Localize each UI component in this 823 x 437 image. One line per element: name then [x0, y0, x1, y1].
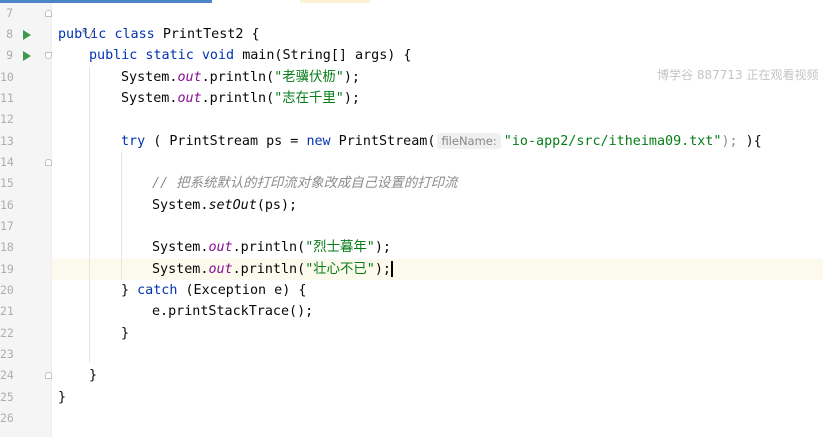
- redundant-semicolon: );: [721, 134, 738, 149]
- code-line-21: e.printStackTrace();: [152, 301, 313, 322]
- line-number: 13: [0, 134, 14, 148]
- brace-close: }: [121, 326, 130, 341]
- line-number: 20: [0, 283, 14, 297]
- line-number: 24: [0, 368, 14, 382]
- call-end: );: [281, 198, 298, 213]
- brace-close: }: [89, 368, 98, 383]
- code-line-10: System.out.println("老骥伏枥");: [121, 67, 360, 88]
- run-main-icon[interactable]: [23, 51, 31, 61]
- resource-decl: ( PrintStream ps =: [145, 134, 307, 149]
- system-ref: System.: [152, 198, 209, 213]
- indent-guide: [89, 67, 90, 363]
- class-name: PrintTest2 {: [162, 27, 260, 42]
- constructor-call: PrintStream(: [330, 134, 436, 149]
- code-line-19[interactable]: System.out.println("壮心不已");: [152, 259, 393, 280]
- keyword-new: new: [306, 134, 331, 149]
- code-line-15: // 把系统默认的打印流对象改成自己设置的打印流: [152, 173, 457, 194]
- string-literal: "老骥伏枥": [274, 70, 344, 85]
- println-call: .println(: [201, 91, 275, 106]
- line-number: 15: [0, 176, 14, 190]
- setout-args: (ps: [256, 198, 281, 213]
- brace-close: }: [121, 283, 138, 298]
- keyword-catch: catch: [137, 283, 178, 298]
- keyword-try: try: [121, 134, 146, 149]
- println-call: .println(: [232, 262, 306, 277]
- code-line-9: public static void main(String[] args) {: [89, 45, 412, 66]
- println-call: .println(: [201, 70, 275, 85]
- watermark-text: 博学谷 887713 正在观看视频: [657, 68, 819, 82]
- code-line-7: */: [64, 3, 96, 42]
- out-field: out: [208, 262, 233, 277]
- keyword-public: public: [58, 27, 107, 42]
- call-end: );: [374, 240, 391, 255]
- method-modifiers: public static void: [89, 48, 235, 63]
- line-number: 22: [0, 326, 14, 340]
- code-line-8: public class PrintTest2 {: [58, 24, 260, 45]
- method-signature: main(String[] args) {: [242, 48, 412, 63]
- text-cursor: [391, 261, 393, 277]
- string-literal: "志在千里": [274, 91, 344, 106]
- line-number: 14: [0, 155, 14, 169]
- out-field: out: [177, 91, 202, 106]
- editor-tab-strip: [0, 0, 823, 3]
- brace-close: }: [58, 390, 67, 405]
- inactive-tab-indicator[interactable]: [300, 0, 370, 3]
- println-call: .println(: [232, 240, 306, 255]
- line-number: 8: [6, 27, 13, 41]
- call-end: );: [343, 91, 360, 106]
- string-literal: "烈士暮年": [305, 240, 375, 255]
- code-line-16: System.setOut(ps);: [152, 195, 297, 216]
- parameter-hint: fileName:: [437, 133, 501, 149]
- system-ref: System.: [152, 262, 209, 277]
- call-end: );: [374, 262, 391, 277]
- code-line-22: }: [121, 323, 129, 344]
- call-end: );: [343, 70, 360, 85]
- line-number: 17: [0, 219, 14, 233]
- indent-guide: [121, 152, 122, 280]
- code-line-24: }: [89, 365, 97, 386]
- code-line-13: try ( PrintStream ps = new PrintStream(f…: [121, 131, 762, 152]
- system-ref: System.: [121, 91, 178, 106]
- catch-params: (Exception e) {: [177, 283, 307, 298]
- system-ref: System.: [121, 70, 178, 85]
- fold-start-icon[interactable]: [45, 52, 52, 59]
- line-number: 19: [0, 262, 14, 276]
- code-line-11: System.out.println("志在千里");: [121, 88, 360, 109]
- line-number: 7: [6, 6, 13, 20]
- line-number: 21: [0, 304, 14, 318]
- try-open: ){: [737, 134, 762, 149]
- line-number: 12: [0, 112, 14, 126]
- line-number: 25: [0, 390, 14, 404]
- file-path-string: "io-app2/src/itheima09.txt": [503, 134, 722, 149]
- print-stack-trace-call: e.printStackTrace();: [152, 304, 314, 319]
- system-ref: System.: [152, 240, 209, 255]
- line-number: 9: [6, 48, 13, 62]
- code-line-18: System.out.println("烈士暮年");: [152, 237, 391, 258]
- out-field: out: [208, 240, 233, 255]
- out-field: out: [177, 70, 202, 85]
- run-class-icon[interactable]: [23, 30, 31, 40]
- line-number: 11: [0, 91, 14, 105]
- fold-end-icon[interactable]: [45, 159, 52, 166]
- code-line-20: } catch (Exception e) {: [121, 280, 306, 301]
- string-literal: "壮心不已": [305, 262, 375, 277]
- line-number: 18: [0, 240, 14, 254]
- line-number: 23: [0, 347, 14, 361]
- fold-end-icon[interactable]: [45, 372, 52, 379]
- line-number: 16: [0, 198, 14, 212]
- fold-end-icon[interactable]: [45, 10, 52, 17]
- line-number: 10: [0, 70, 14, 84]
- setout-method: setOut: [208, 198, 257, 213]
- code-line-25: }: [58, 387, 66, 408]
- line-number: 26: [0, 411, 14, 425]
- gutter-separator: [51, 3, 52, 437]
- keyword-class: class: [114, 27, 155, 42]
- line-comment: // 把系统默认的打印流对象改成自己设置的打印流: [152, 176, 458, 191]
